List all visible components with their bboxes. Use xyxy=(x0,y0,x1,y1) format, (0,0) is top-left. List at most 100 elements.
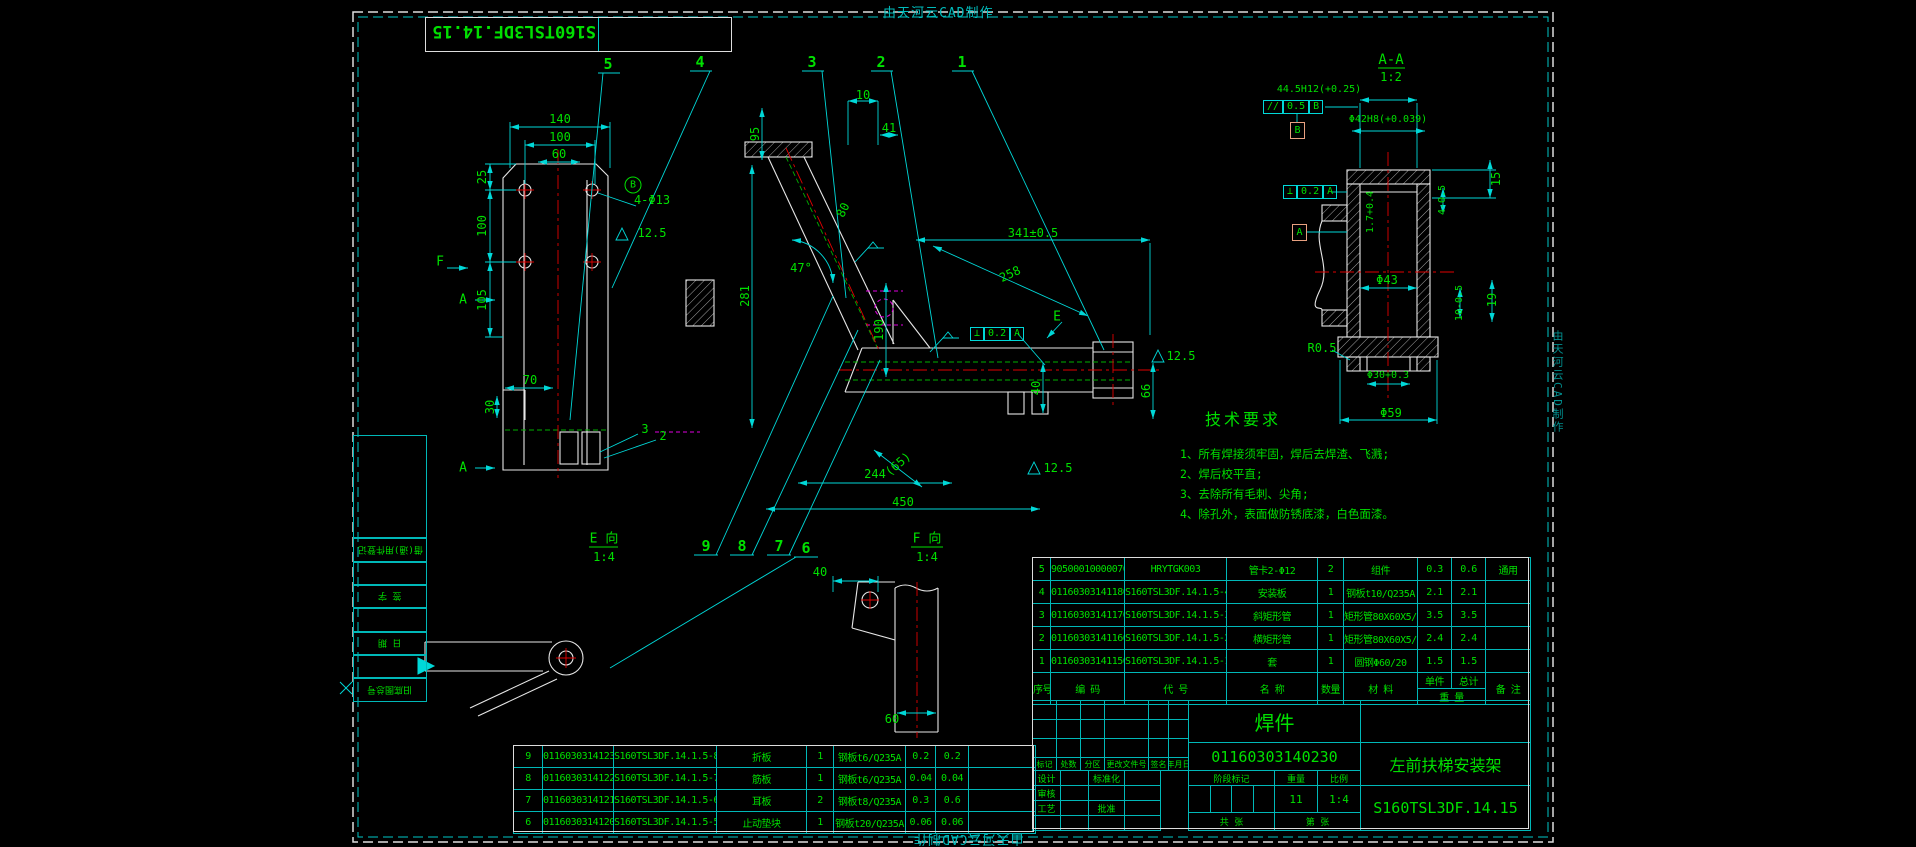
sign-cell xyxy=(1060,770,1089,786)
margin-block: 签 字 xyxy=(353,585,427,608)
view-e xyxy=(424,640,584,717)
dim-label: 41 xyxy=(881,121,897,135)
bom-cell-material: 钢板t10/Q235A xyxy=(1343,580,1418,604)
bom-cell-unit: 0.06 xyxy=(905,811,936,834)
bom-cell-total: 0.04 xyxy=(935,767,969,790)
drawing-number: S160TSL3DF.14.15 xyxy=(1360,785,1531,831)
bom-row: 6 01160303141200 S160TSL3DF.14.1.5-5 止动垫块 1 钢… xyxy=(513,811,1036,834)
dim-label: 47° xyxy=(790,261,812,275)
dim-label: 281 xyxy=(738,285,752,307)
rev-header: 签名 xyxy=(1148,757,1169,771)
bom-cell-seq: 6 xyxy=(513,811,543,834)
bom-cell-seq: 9 xyxy=(513,745,543,768)
rev-cell xyxy=(1104,719,1149,739)
bom-cell-part_no: S160TSL3DF.14.1.5-8 xyxy=(613,745,717,768)
stage-header: 重量 xyxy=(1274,770,1318,786)
bom-cell-code: 01160303141150 xyxy=(1050,649,1125,673)
bom-cell-unit: 0.3 xyxy=(905,789,936,812)
dim-label: E 向 xyxy=(589,531,619,547)
tech-requirements-title: 技术要求 xyxy=(1205,410,1282,429)
dim-label: 10 xyxy=(855,88,871,102)
bom-cell-material: 矩形管80X60X5/Q235A xyxy=(1343,603,1418,627)
dim-label: 244 xyxy=(864,467,886,481)
bom-header-total: 总计 xyxy=(1459,677,1479,688)
dim-label: 60 xyxy=(551,147,567,161)
bom-cell-part_no: S160TSL3DF.14.1.5-3 xyxy=(1124,603,1227,627)
bom-cell-material: 钢板t6/Q235A xyxy=(833,745,906,768)
bom-cell-note: 通用 xyxy=(1485,557,1531,581)
dim-label: 2 xyxy=(659,429,667,443)
rev-cell xyxy=(1104,738,1149,758)
datum-circle-B: B xyxy=(624,176,642,194)
sign-cell xyxy=(1060,815,1089,831)
dim-label: 1:2 xyxy=(1380,70,1402,84)
tech-requirement-item: 4、除孔外，表面做防锈底漆，白色面漆。 xyxy=(1180,507,1394,521)
rev-header: 处数 xyxy=(1056,757,1081,771)
dim-label: F xyxy=(436,254,444,270)
bom-cell-unit: 3.5 xyxy=(1417,603,1452,627)
part-type: 焊件 xyxy=(1188,700,1361,743)
dim-label: F 向 xyxy=(912,531,942,547)
rev-cell xyxy=(1056,700,1081,720)
gdt-cell: 0.2 xyxy=(1297,185,1324,199)
bom-cell-note xyxy=(968,745,1036,768)
bom-row: 3 01160303141170 S160TSL3DF.14.1.5-3 斜矩形管 1 矩… xyxy=(1032,603,1531,627)
bom-cell-name: 筋板 xyxy=(716,767,807,790)
tech-requirement-item: 1、所有焊接须牢固，焊后去焊渣、飞溅; xyxy=(1180,447,1390,461)
bom-header-unit: 单件 xyxy=(1419,673,1452,688)
dim-label: 1.7+0.4 xyxy=(1365,190,1376,234)
bom-cell-unit: 2.1 xyxy=(1417,580,1452,604)
dim-label: A-A xyxy=(1378,52,1404,68)
weld-symbols xyxy=(854,241,959,353)
rev-cell xyxy=(1104,700,1149,720)
rev-header: 分区 xyxy=(1080,757,1105,771)
gdt-cell: A xyxy=(1323,185,1338,199)
bom-cell-note xyxy=(1485,649,1531,673)
dim-label: R0.5 xyxy=(1307,341,1337,355)
rev-cell xyxy=(1148,738,1169,758)
company-cell xyxy=(1360,700,1531,743)
left-view xyxy=(502,163,609,471)
margin-block xyxy=(353,655,427,678)
rev-cell xyxy=(1080,700,1105,720)
dim-label: 140 xyxy=(549,112,571,126)
bom-cell-part_no: S160TSL3DF.14.1.5-7 xyxy=(613,767,717,790)
balloon-number-9: 9 xyxy=(701,537,711,555)
bom-cell-code: 01160303141230 xyxy=(542,745,614,768)
rev-cell xyxy=(1032,700,1057,720)
bom-cell-seq: 8 xyxy=(513,767,543,790)
scale-value: 1:4 xyxy=(1317,785,1361,813)
bom-cell-total: 0.2 xyxy=(935,745,969,768)
stage-header: 阶段标记 xyxy=(1188,770,1275,786)
dim-label: 341±0.5 xyxy=(1007,226,1059,240)
datum-square-B: B xyxy=(1290,122,1305,139)
gdt-cell: ⊥ xyxy=(970,327,985,341)
bom-cell-note xyxy=(1485,580,1531,604)
bom-cell-code: 90500010000070 xyxy=(1050,557,1125,581)
sign-cell: 设计 xyxy=(1032,770,1061,786)
margin-block: 旧底图总号 xyxy=(353,678,427,702)
bom-cell-qty: 2 xyxy=(1317,557,1344,581)
bom-cell-name: 止动垫块 xyxy=(716,811,807,834)
margin-block-label: 借(通)用件登记 xyxy=(357,543,423,554)
gdt-cell: // xyxy=(1263,100,1284,114)
rev-cell xyxy=(1168,700,1189,720)
gdt-frame: ⊥ 0.2 A xyxy=(970,327,1025,341)
rev-cell xyxy=(1032,738,1057,758)
dim-label: 190 xyxy=(872,319,886,341)
bom-cell-name: 套 xyxy=(1226,649,1318,673)
sheet-number: 第 张 xyxy=(1274,812,1361,831)
bom-cell-qty: 1 xyxy=(1317,649,1344,673)
stage-mark-cell xyxy=(1231,785,1254,813)
margin-block-label: 旧底图总号 xyxy=(367,683,413,694)
bom-cell-part_no: S160TSL3DF.14.1.5-5 xyxy=(613,811,717,834)
margin-block-label: 日 期 xyxy=(378,637,402,647)
margin-block xyxy=(353,608,427,632)
part-code: 01160303140230 xyxy=(1188,742,1361,771)
bom-cell-part_no: S160TSL3DF.14.1.5-2 xyxy=(1124,626,1227,650)
gdt-frame: //0.5 B xyxy=(1263,100,1324,114)
bom-cell-name: 折板 xyxy=(716,745,807,768)
bom-cell-seq: 1 xyxy=(1032,649,1051,673)
rev-cell xyxy=(1032,719,1057,739)
dim-label: Φ30+0.3 xyxy=(1366,370,1410,381)
